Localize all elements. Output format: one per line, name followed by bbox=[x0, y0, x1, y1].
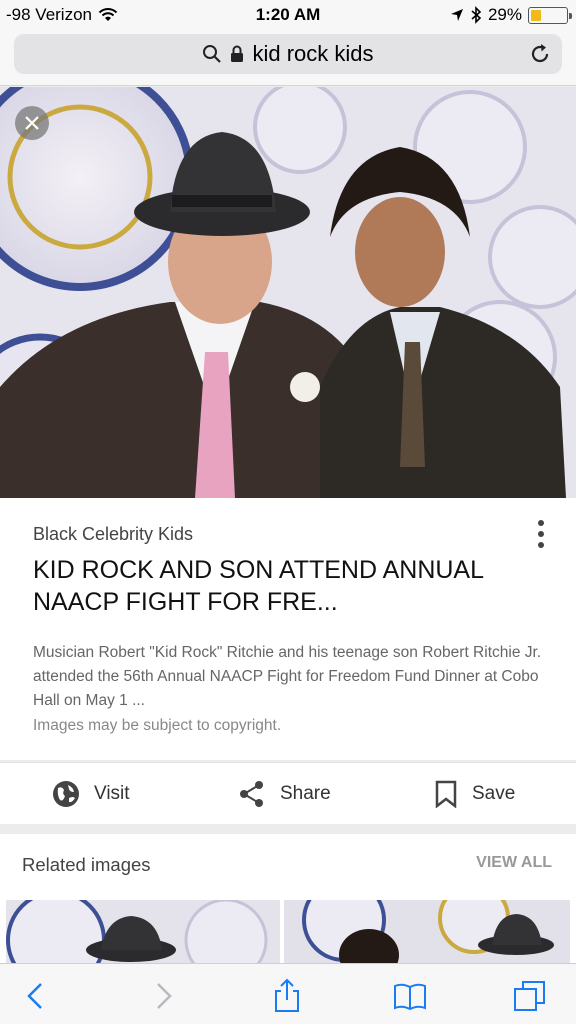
visit-button[interactable]: Visit bbox=[52, 763, 130, 825]
address-query: kid rock kids bbox=[252, 41, 374, 66]
related-section: Related images VIEW ALL bbox=[0, 834, 576, 964]
related-thumbnail-art bbox=[284, 900, 570, 964]
battery-icon bbox=[528, 6, 572, 24]
result-source[interactable]: Black Celebrity Kids bbox=[33, 524, 193, 545]
status-bar: -98 Verizon 1:20 AM 29% bbox=[0, 0, 576, 30]
back-icon[interactable] bbox=[18, 978, 54, 1014]
view-all-link[interactable]: VIEW ALL bbox=[476, 854, 552, 872]
more-vertical-icon[interactable] bbox=[532, 518, 550, 550]
location-icon bbox=[450, 9, 463, 21]
status-right: 29% bbox=[450, 5, 572, 25]
address-bar[interactable]: kid rock kids bbox=[14, 34, 562, 74]
share-icon bbox=[240, 781, 263, 807]
bluetooth-icon bbox=[471, 6, 482, 24]
related-thumbnail[interactable] bbox=[284, 900, 570, 964]
result-card: Black Celebrity Kids KID ROCK AND SON AT… bbox=[0, 498, 576, 760]
related-title: Related images bbox=[22, 854, 151, 875]
url-area: kid rock kids bbox=[0, 30, 576, 86]
bookmark-icon bbox=[435, 780, 457, 808]
globe-icon bbox=[53, 781, 79, 807]
related-thumbnail-art bbox=[6, 900, 280, 964]
close-button[interactable] bbox=[15, 106, 49, 140]
related-thumbnail[interactable] bbox=[6, 900, 280, 964]
actions-bar: Visit Share Save bbox=[0, 762, 576, 824]
book-icon[interactable] bbox=[392, 978, 428, 1014]
result-title[interactable]: KID ROCK AND SON ATTEND ANNUAL NAACP FIG… bbox=[33, 554, 533, 618]
result-image-art bbox=[0, 87, 576, 498]
visit-label: Visit bbox=[94, 783, 130, 804]
share-box-icon[interactable] bbox=[269, 978, 305, 1014]
browser-toolbar bbox=[0, 963, 576, 1024]
share-label: Share bbox=[280, 783, 331, 804]
forward-icon[interactable] bbox=[145, 978, 181, 1014]
reload-icon[interactable] bbox=[528, 42, 552, 66]
result-image[interactable] bbox=[0, 87, 576, 498]
copyright-notice: Images may be subject to copyright. bbox=[33, 717, 282, 734]
save-label: Save bbox=[472, 783, 516, 804]
search-icon bbox=[203, 45, 222, 63]
save-button[interactable]: Save bbox=[434, 763, 515, 825]
tabs-icon[interactable] bbox=[512, 978, 548, 1014]
share-button[interactable]: Share bbox=[238, 763, 331, 825]
battery-percent: 29% bbox=[487, 5, 522, 24]
close-icon bbox=[25, 116, 39, 130]
battery-fill bbox=[531, 9, 541, 21]
lock-icon bbox=[231, 45, 244, 62]
result-description: Musician Robert "Kid Rock" Ritchie and h… bbox=[33, 644, 542, 709]
